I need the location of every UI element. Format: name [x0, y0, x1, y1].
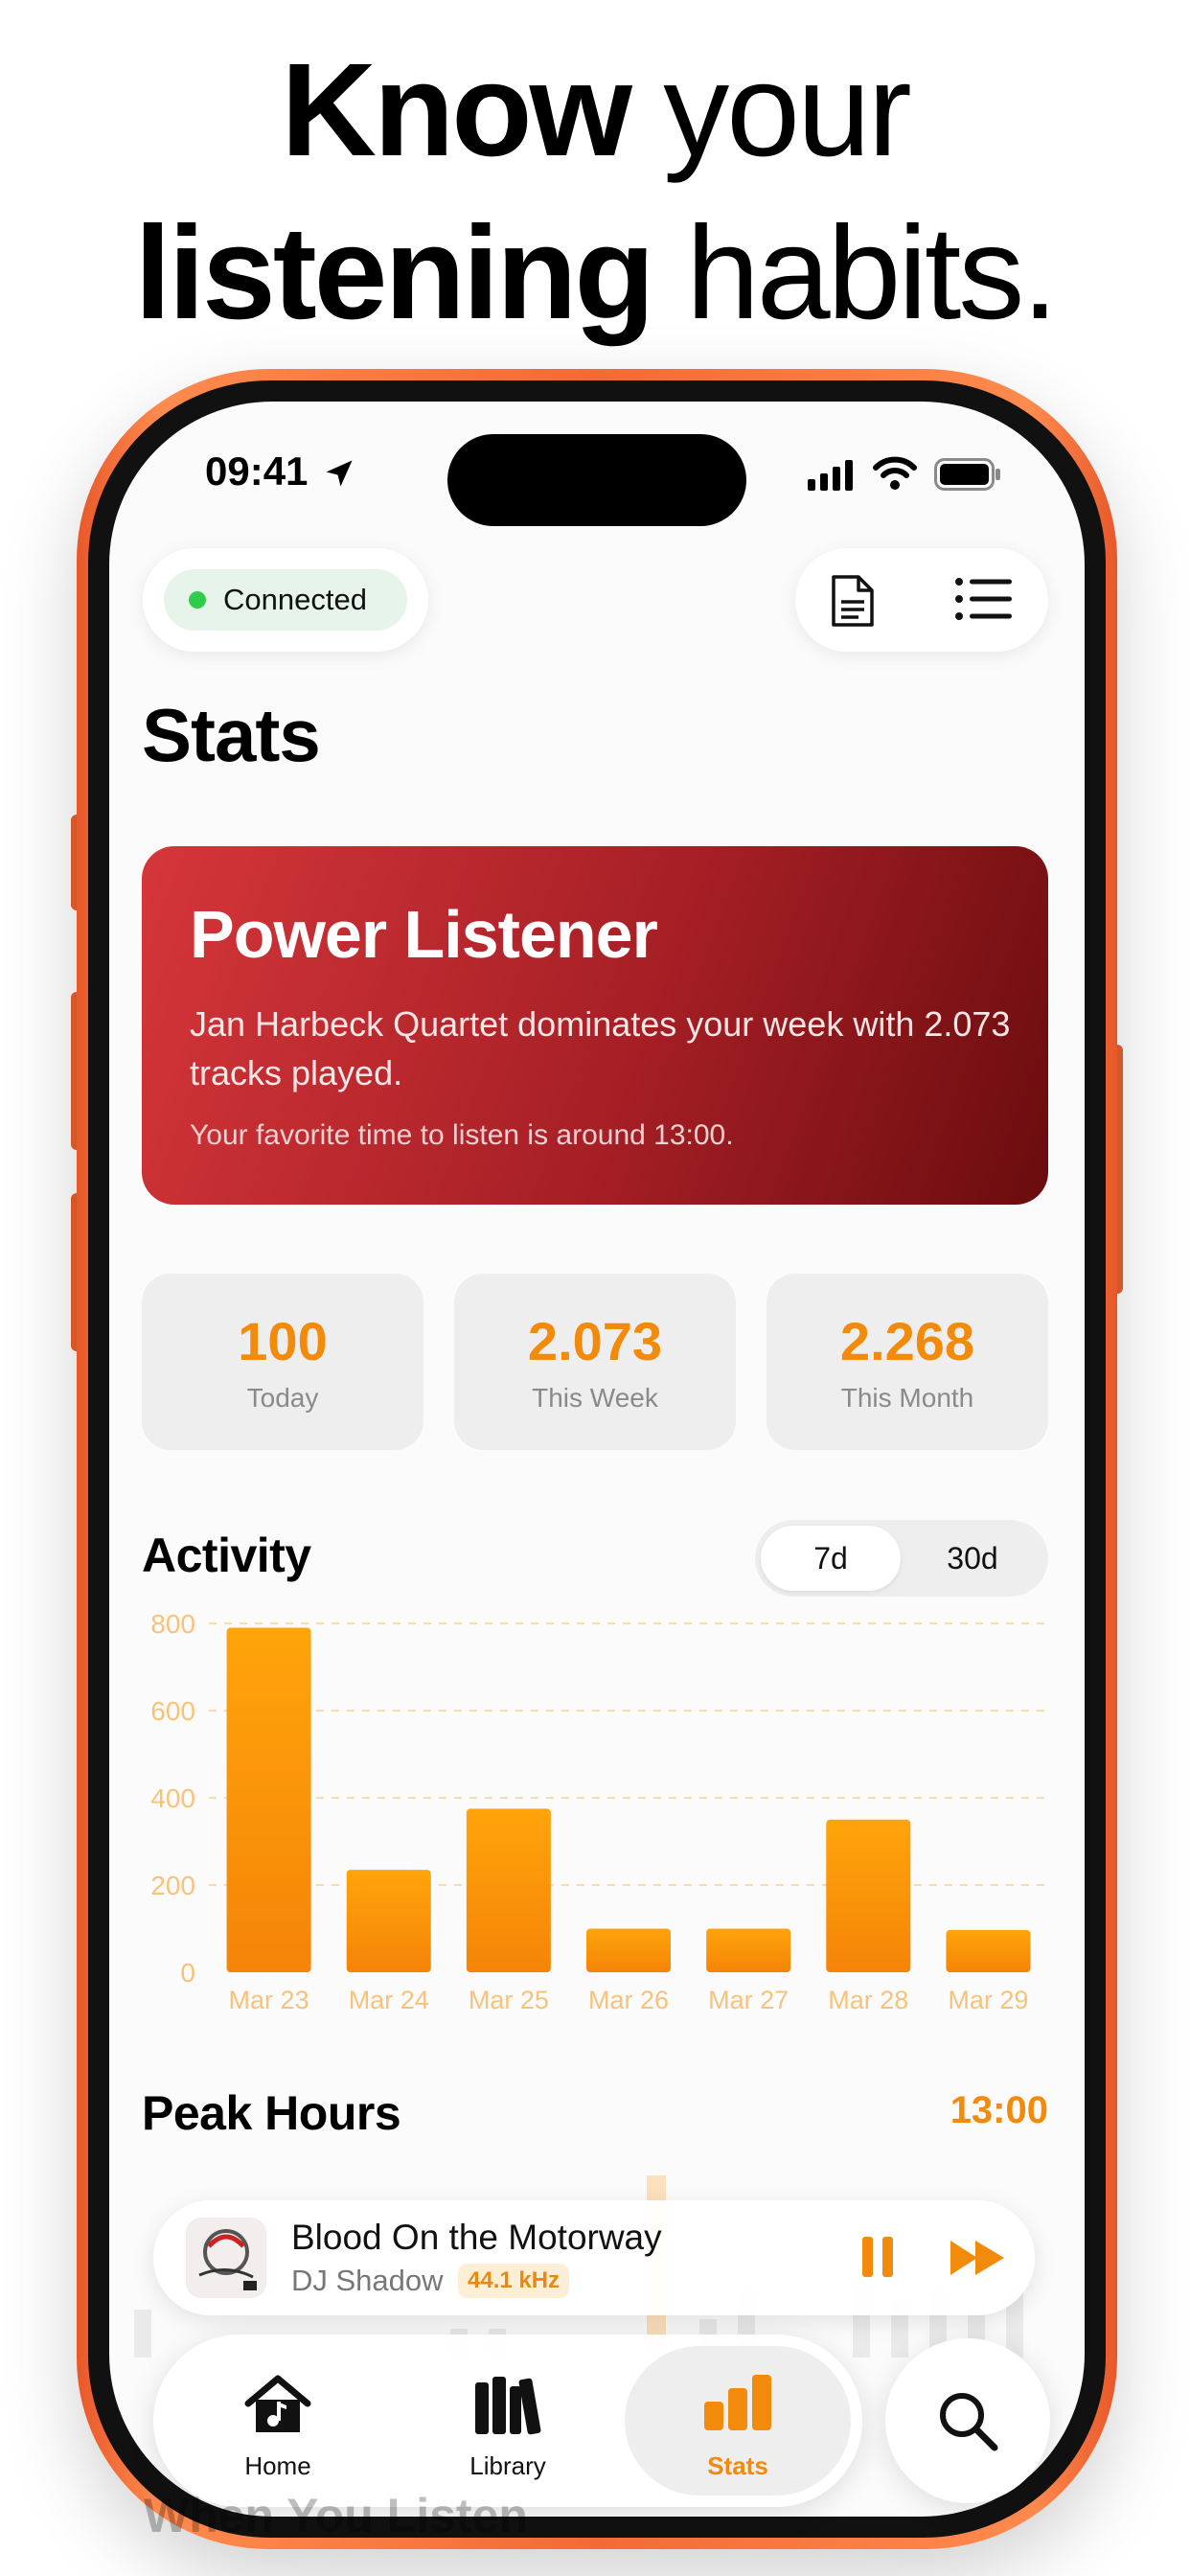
track-title: Blood On the Motorway: [291, 2218, 662, 2257]
tab-stats[interactable]: Stats: [625, 2346, 851, 2496]
headline-bold-1: Know: [281, 36, 632, 184]
activity-chart: 0 200 400 600 800 Mar 23 Mar 24 Mar 25 Mar 26 Mar…: [150, 1609, 1048, 2014]
connected-dot-icon: [189, 591, 206, 609]
album-art: [186, 2218, 266, 2298]
tab-label: Home: [244, 2451, 311, 2480]
tab-home[interactable]: Home: [165, 2346, 391, 2496]
x-tick-label: Mar 28: [828, 1986, 908, 2014]
x-tick-label: Mar 25: [469, 1986, 549, 2014]
x-tick-label: Mar 29: [948, 1986, 1028, 2014]
activity-bar[interactable]: [826, 1819, 911, 1972]
document-icon[interactable]: [828, 573, 878, 629]
stat-label: Today: [246, 1383, 319, 1413]
tab-label: Library: [469, 2451, 546, 2480]
y-tick-label: 600: [150, 1696, 195, 1726]
y-tick-label: 200: [150, 1871, 195, 1900]
headline-bold-2: listening: [134, 199, 654, 347]
headline-light-2: habits.: [686, 199, 1059, 347]
tab-bar: Home Library Stats: [153, 2334, 862, 2507]
range-option-7d[interactable]: 7d: [761, 1526, 901, 1591]
fast-forward-icon[interactable]: [949, 2239, 1006, 2277]
hero-text: Jan Harbeck Quartet dominates your week …: [190, 1004, 1011, 1092]
headline-light-1: your: [663, 36, 911, 184]
stat-card-week: 2.073 This Week: [454, 1274, 736, 1450]
x-tick-label: Mar 26: [588, 1986, 669, 2014]
stat-label: This Month: [840, 1383, 974, 1413]
mini-player[interactable]: Blood On the Motorway DJ Shadow 44.1 kHz: [153, 2200, 1035, 2315]
location-arrow-icon: [326, 460, 353, 487]
connection-label: Connected: [223, 583, 367, 616]
activity-bar[interactable]: [586, 1928, 671, 1973]
battery-icon: [934, 458, 1000, 491]
quality-badge: 44.1 kHz: [458, 2264, 570, 2298]
activity-bar[interactable]: [466, 1808, 551, 1972]
y-tick-label: 800: [150, 1609, 195, 1639]
library-icon: [475, 2377, 541, 2435]
activity-title: Activity: [142, 1529, 311, 1582]
page-title: Stats: [142, 693, 321, 777]
stat-value: 100: [238, 1311, 328, 1371]
x-tick-label: Mar 27: [708, 1986, 789, 2014]
marketing-headline: Know your listening habits.: [0, 29, 1190, 355]
wifi-icon: [873, 456, 917, 490]
stat-value: 2.073: [527, 1311, 663, 1371]
y-tick-label: 400: [150, 1783, 195, 1813]
cellular-signal-icon: [808, 460, 853, 491]
stat-card-month: 2.268 This Month: [767, 1274, 1048, 1450]
stats-bars-icon: [704, 2375, 771, 2430]
x-tick-label: Mar 23: [229, 1986, 309, 2014]
activity-bar[interactable]: [226, 1627, 311, 1972]
track-artist: DJ Shadow: [291, 2264, 444, 2297]
activity-bar[interactable]: [946, 1929, 1031, 1972]
x-tick-label: Mar 24: [349, 1986, 429, 2014]
album-art-icon: [186, 2218, 266, 2298]
connection-status-pill[interactable]: Connected: [143, 548, 428, 652]
stat-card-today: 100 Today: [142, 1274, 423, 1450]
activity-bar[interactable]: [706, 1928, 791, 1973]
tab-library[interactable]: Library: [395, 2346, 621, 2496]
peak-hour-value: 13:00: [950, 2089, 1048, 2131]
tab-label: Stats: [707, 2451, 768, 2480]
search-icon: [940, 2393, 998, 2451]
top-actions-pill: [795, 548, 1048, 652]
hero-note: Your favorite time to listen is around 1…: [190, 1119, 734, 1151]
home-music-icon: [244, 2375, 311, 2432]
range-segmented-control: 7d 30d: [755, 1520, 1048, 1597]
next-section-peek: When You Listen: [144, 2489, 528, 2542]
activity-bar[interactable]: [346, 1870, 431, 1972]
y-tick-label: 0: [180, 1958, 195, 1988]
status-time: 09:41: [205, 448, 309, 494]
list-icon[interactable]: [954, 577, 1014, 621]
dynamic-island: [447, 434, 746, 526]
pause-icon[interactable]: [860, 2235, 895, 2279]
peak-hours-title: Peak Hours: [142, 2086, 401, 2140]
search-button[interactable]: [885, 2338, 1050, 2503]
power-listener-card: Power Listener Jan Harbeck Quartet domin…: [142, 846, 1048, 1205]
stat-value: 2.268: [839, 1311, 975, 1371]
range-option-30d[interactable]: 30d: [903, 1526, 1042, 1591]
stat-label: This Week: [532, 1383, 658, 1413]
hero-title: Power Listener: [190, 897, 658, 972]
